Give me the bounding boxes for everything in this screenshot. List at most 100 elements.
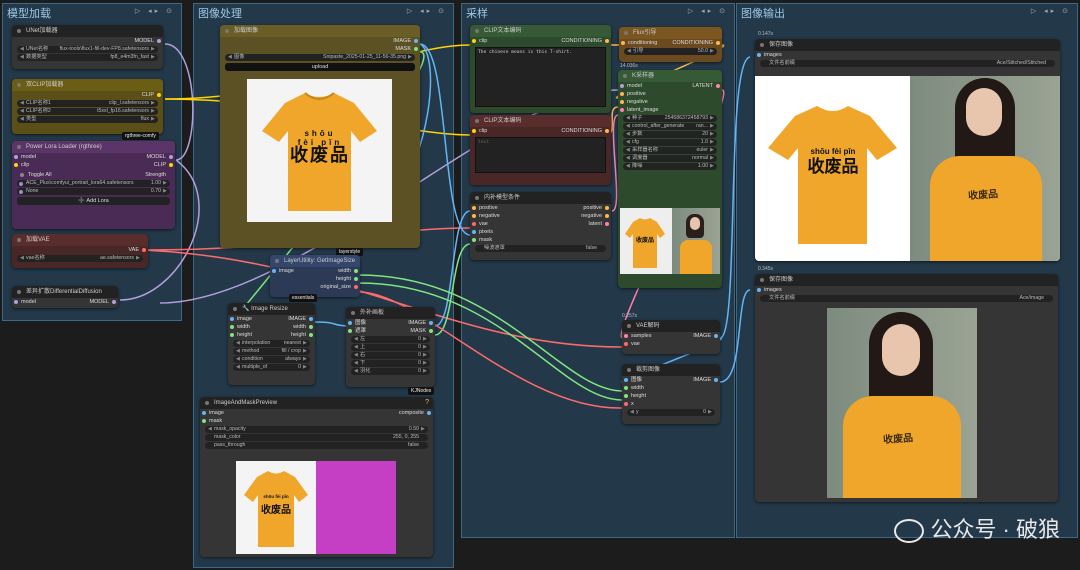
unet-loader-node[interactable]: UNet加载器 MODEL ◀ UNet名称 flux-tools\flux1-fi… <box>12 25 163 69</box>
input-socket[interactable] <box>620 100 624 104</box>
vae-name-combo[interactable]: ◀ vae名称 ae.safetensors ▶ <box>17 255 143 262</box>
dual-clip-loader-node[interactable]: 双CLIP加载器 CLIP ◀ CLIP名称1 clip_l.safetensors… <box>12 79 163 134</box>
output-socket[interactable] <box>714 378 718 382</box>
save-image-node[interactable]: 保存图像 images 文件名前缀 Ace/image 收废品 <box>755 274 1058 502</box>
output-socket[interactable] <box>309 333 313 337</box>
output-socket[interactable] <box>605 206 609 210</box>
y-field[interactable]: ◀ y 0 ▶ <box>627 409 715 416</box>
method-combo[interactable]: ◀ method fill / crop ▶ <box>233 348 310 355</box>
input-socket[interactable] <box>348 321 352 325</box>
image-file-combo[interactable]: ◀ 图像 Snipaste_2025-01-25_11-56-35.png ▶ <box>225 54 415 61</box>
input-socket[interactable] <box>472 230 476 234</box>
input-socket[interactable] <box>620 84 624 88</box>
input-socket[interactable] <box>472 39 476 43</box>
input-socket[interactable] <box>757 288 761 292</box>
input-socket[interactable] <box>472 238 476 242</box>
control-after-generate-combo[interactable]: ◀ control_after_generate ran... ▶ <box>623 123 717 130</box>
pad-left-field[interactable]: ◀ 左 0 ▶ <box>351 336 430 343</box>
output-socket[interactable] <box>714 334 718 338</box>
output-socket[interactable] <box>354 277 358 281</box>
mask-color-field[interactable]: mask_color 255, 0, 255 <box>205 434 428 441</box>
vae-loader-node[interactable]: 加载VAE VAE ◀ vae名称 ae.safetensors ▶ <box>12 234 148 268</box>
clip-text-encode-positive-node[interactable]: CLIP文本编码 clip CONDITIONING The chinese me… <box>470 25 611 113</box>
output-socket[interactable] <box>309 317 313 321</box>
save-image-stitched-node[interactable]: 保存图像 images 文件名前缀 Ace/Stitched/Stitched s… <box>755 39 1060 261</box>
crop-image-node[interactable]: 裁剪图像 图像 IMAGE width height x ◀ y 0 ▶ <box>622 364 720 424</box>
filename-prefix-field[interactable]: 文件名前缀 Ace/Stitched/Stitched <box>760 60 1055 67</box>
mask-opacity-field[interactable]: ◀ mask_opacity 0.50 ▶ <box>205 426 428 433</box>
sampler-combo[interactable]: ◀ 采样器名称 euler ▶ <box>623 147 717 154</box>
flux-guidance-node[interactable]: Flux引导 conditioning CONDITIONING ◀ 引导 50.0 ▶ <box>619 27 722 62</box>
input-socket[interactable] <box>757 53 761 57</box>
output-socket[interactable] <box>605 129 609 133</box>
get-image-size-node[interactable]: LayerUtility: GetImageSize image width he… <box>270 255 360 297</box>
output-socket[interactable] <box>157 93 161 97</box>
unet-name-combo[interactable]: ◀ UNet名称 flux-tools\flux1-fill-dev-FP8.saf… <box>17 46 158 53</box>
output-socket[interactable] <box>157 39 161 43</box>
input-socket[interactable] <box>14 163 18 167</box>
clip1-combo[interactable]: ◀ CLIP名称1 clip_l.safetensors ▶ <box>17 100 158 107</box>
lora-row-2[interactable]: None 0.70 ▶ <box>17 188 170 195</box>
input-socket[interactable] <box>621 41 625 45</box>
input-socket[interactable] <box>624 402 628 406</box>
output-socket[interactable] <box>427 411 431 415</box>
input-socket[interactable] <box>472 214 476 218</box>
seed-field[interactable]: ◀ 种子 254586372458793 ▶ <box>623 115 717 122</box>
feather-field[interactable]: ◀ 羽化 0 ▶ <box>351 368 430 375</box>
output-socket[interactable] <box>429 329 433 333</box>
image-mask-preview-node[interactable]: ImageAndMaskPreview ? image composite mas… <box>200 397 433 557</box>
multiple-of-field[interactable]: ◀ multiple_of 0 ▶ <box>233 364 310 371</box>
output-socket[interactable] <box>169 163 173 167</box>
input-socket[interactable] <box>14 155 18 159</box>
input-socket[interactable] <box>624 378 628 382</box>
output-socket[interactable] <box>605 222 609 226</box>
help-icon[interactable]: ? <box>425 399 429 406</box>
output-socket[interactable] <box>716 41 720 45</box>
output-socket[interactable] <box>142 248 146 252</box>
input-socket[interactable] <box>624 394 628 398</box>
vae-decode-node[interactable]: VAE解码 samples IMAGE vae <box>622 320 720 354</box>
ksampler-node[interactable]: K采样器 model LATENT positive negative laten… <box>618 70 722 288</box>
output-socket[interactable] <box>429 321 433 325</box>
pad-top-field[interactable]: ◀ 上 0 ▶ <box>351 344 430 351</box>
power-lora-loader-node[interactable]: Power Lora Loader (rgthree) model MODEL c… <box>12 141 175 229</box>
input-socket[interactable] <box>620 92 624 96</box>
dtype-combo[interactable]: ◀ 数据类型 fp8_e4m3fn_fast ▶ <box>17 54 158 61</box>
output-socket[interactable] <box>354 269 358 273</box>
input-socket[interactable] <box>14 300 18 304</box>
upload-button[interactable]: upload <box>225 63 415 71</box>
pad-canvas-node[interactable]: 外补画板 图像 IMAGE 遮罩 MASK ◀ 左 0 ▶ ◀ 上 0 ▶ ◀ 右 0 ▶ ◀ 下 0 ▶ … <box>346 307 435 387</box>
pad-right-field[interactable]: ◀ 右 0 ▶ <box>351 352 430 359</box>
input-socket[interactable] <box>230 333 234 337</box>
negative-prompt-textarea[interactable]: text <box>475 137 606 173</box>
lora-toggle[interactable] <box>19 181 23 186</box>
input-socket[interactable] <box>272 269 276 273</box>
output-socket[interactable] <box>414 39 418 43</box>
output-socket[interactable] <box>414 47 418 51</box>
output-socket[interactable] <box>309 325 313 329</box>
output-socket[interactable] <box>605 39 609 43</box>
image-resize-node[interactable]: 🔧 Image Resize image IMAGE width width hei… <box>228 303 315 385</box>
inpaint-model-conditioning-node[interactable]: 内补模型条件 positive positive negative negative… <box>470 192 611 260</box>
lora-toggle[interactable] <box>19 189 23 194</box>
output-socket[interactable] <box>605 214 609 218</box>
clip-text-encode-negative-node[interactable]: CLIP文本编码 clip CONDITIONING text <box>470 115 611 185</box>
pass-through-toggle[interactable]: pass_through false <box>205 442 428 449</box>
load-image-node[interactable]: 加载图像 IMAGE MASK ◀ 图像 Snipaste_2025-01-25_1… <box>220 25 420 248</box>
clip2-combo[interactable]: ◀ CLIP名称2 t5xxl_fp16.safetensors ▶ <box>17 108 158 115</box>
input-socket[interactable] <box>202 411 206 415</box>
denoise-field[interactable]: ◀ 降噪 1.00 ▶ <box>623 163 717 170</box>
input-socket[interactable] <box>472 222 476 226</box>
input-socket[interactable] <box>624 342 628 346</box>
toggle-all-switch[interactable] <box>20 173 24 177</box>
cfg-field[interactable]: ◀ cfg 1.0 ▶ <box>623 139 717 146</box>
output-socket[interactable] <box>716 84 720 88</box>
input-socket[interactable] <box>348 329 352 333</box>
input-socket[interactable] <box>202 419 206 423</box>
input-socket[interactable] <box>472 129 476 133</box>
output-socket[interactable] <box>354 285 358 289</box>
input-socket[interactable] <box>230 317 234 321</box>
scheduler-combo[interactable]: ◀ 调度器 normal ▶ <box>623 155 717 162</box>
interpolation-combo[interactable]: ◀ interpolation nearest ▶ <box>233 340 310 347</box>
guidance-field[interactable]: ◀ 引导 50.0 ▶ <box>624 48 717 55</box>
